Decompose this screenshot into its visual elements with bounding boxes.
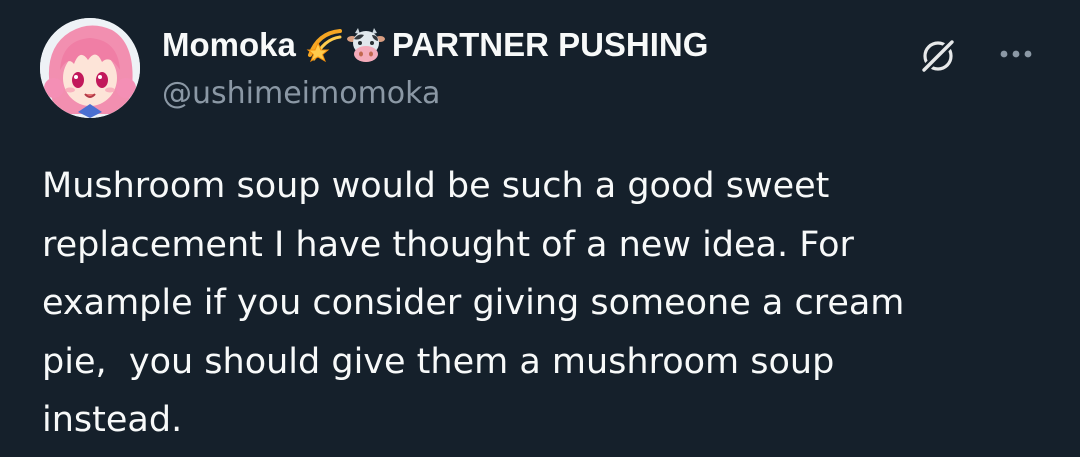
tweet-text: Mushroom soup would be such a good sweet… xyxy=(42,166,905,440)
tweet-card: Momoka PARTNER PUSHING @ushimeimomoka Mu… xyxy=(0,0,1080,457)
display-name[interactable]: Momoka xyxy=(162,26,296,64)
grok-button[interactable] xyxy=(912,30,964,82)
more-options-button[interactable] xyxy=(988,32,1044,76)
affiliation-label: PARTNER PUSHING xyxy=(391,26,709,63)
author-info: Momoka PARTNER PUSHING @ushimeimomoka xyxy=(162,24,862,114)
avatar-image xyxy=(40,18,140,118)
shooting-star-icon xyxy=(304,25,344,65)
avatar[interactable] xyxy=(40,18,140,118)
user-handle[interactable]: @ushimeimomoka xyxy=(162,76,440,111)
grok-icon xyxy=(920,38,956,74)
name-row: Momoka PARTNER PUSHING xyxy=(162,24,708,66)
cow-face-icon xyxy=(346,25,386,65)
more-options-icon xyxy=(1000,50,1032,58)
